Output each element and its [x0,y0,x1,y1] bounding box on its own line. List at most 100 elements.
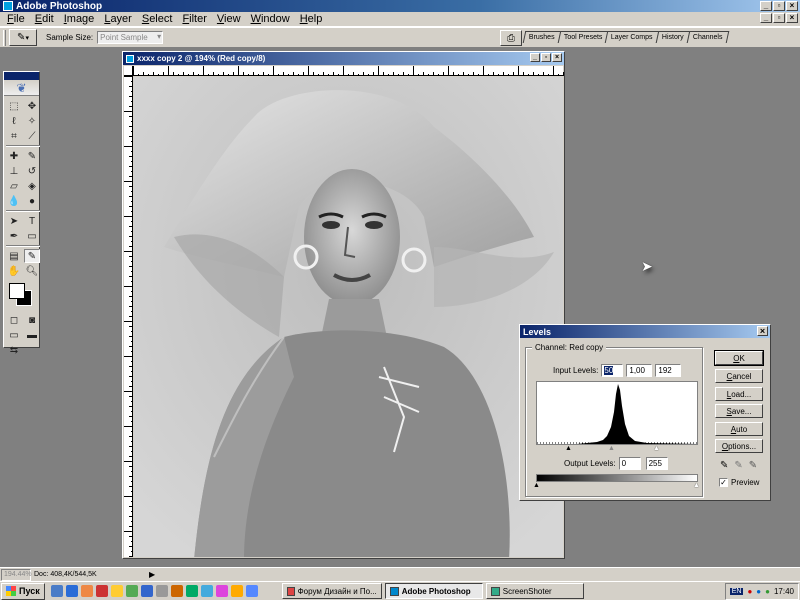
toolbox-title-bar[interactable] [4,72,39,80]
path-selection-tool-icon[interactable]: ➤ [6,214,22,228]
player-icon[interactable] [215,585,228,597]
doc-minimize-button[interactable]: _ [760,13,772,23]
sample-size-select[interactable]: Point Sample [97,31,164,44]
output-black-field[interactable]: 0 [618,457,641,470]
horizontal-ruler[interactable] [133,66,564,76]
image-canvas[interactable] [134,77,563,557]
play-arrow-icon[interactable]: ▶ [149,570,155,579]
menu-help[interactable]: Help [295,13,328,25]
task-photoshop[interactable]: Adobe Photoshop [384,583,483,599]
eraser-tool-icon[interactable]: ▱ [6,179,22,193]
notes-tool-icon[interactable]: ▤ [6,249,22,263]
white-input-slider-icon[interactable]: ▲ [653,445,660,452]
menu-filter[interactable]: Filter [177,13,211,25]
options-grip[interactable] [3,29,6,46]
input-gamma-field[interactable]: 1,00 [626,364,653,377]
pen-tool-icon[interactable]: ✒ [6,229,22,243]
task-screenshoter[interactable]: ScreenShoter [485,583,584,599]
paint-icon[interactable] [230,585,243,597]
options-button[interactable]: Options... [715,439,763,453]
load-button[interactable]: Load... [715,387,763,401]
menu-image[interactable]: Image [59,13,100,25]
output-white-field[interactable]: 255 [645,457,668,470]
foreground-color-swatch[interactable] [9,283,25,299]
tab-tool-presets[interactable]: Tool Presets [557,31,609,43]
crop-tool-icon[interactable]: ⌗ [6,129,22,143]
quick-mask-mode-icon[interactable]: ◙ [24,313,40,327]
hand-tool-icon[interactable]: ✋ [6,264,22,278]
type-tool-icon[interactable]: T [24,214,40,228]
menu-file[interactable]: File [2,13,30,25]
tray-icon-2[interactable]: ● [756,587,761,596]
eyedropper-tool-icon[interactable]: ✎ [24,249,40,263]
start-button[interactable]: Пуск [1,582,45,600]
tab-history[interactable]: History [655,31,690,43]
black-output-slider-icon[interactable]: ▲ [533,482,540,489]
menu-select[interactable]: Select [137,13,178,25]
jump-to-imageready-icon[interactable]: ⇆ [6,343,22,357]
menu-edit[interactable]: Edit [30,13,59,25]
document-title-bar[interactable]: xxxx copy 2 @ 194% (Red copy/8) _ ▫ × [123,52,564,65]
app-icon[interactable] [125,585,138,597]
folder-icon[interactable] [110,585,123,597]
lasso-tool-icon[interactable]: ℓ [6,114,22,128]
ok-button[interactable]: OK [714,350,764,366]
minimize-button[interactable]: _ [760,1,772,11]
tab-channels[interactable]: Channels [686,31,729,43]
brush-tool-icon[interactable]: ✎ [24,149,40,163]
task-forum[interactable]: Форум Дизайн и По... [281,583,382,599]
archive-icon[interactable] [170,585,183,597]
clone-stamp-tool-icon[interactable]: ⊥ [6,164,22,178]
close-button[interactable]: × [786,1,798,11]
tray-icon-1[interactable]: ● [747,587,752,596]
slice-tool-icon[interactable]: ⟋ [24,129,40,143]
tool-icon[interactable] [155,585,168,597]
marquee-tool-icon[interactable]: ⬚ [6,99,22,113]
language-indicator[interactable]: EN [729,588,744,595]
input-white-field[interactable]: 192 [655,364,682,377]
black-input-slider-icon[interactable]: ▲ [565,445,572,452]
adobe-online-icon[interactable]: ❦ [4,80,39,96]
media-icon[interactable] [80,585,93,597]
tool-preset-picker[interactable]: ✎ ▾ [9,29,37,46]
docwin-maximize-button[interactable]: ▫ [541,53,551,62]
save-button[interactable]: Save... [715,404,763,418]
doc-close-button[interactable]: × [786,13,798,23]
vertical-ruler[interactable] [124,76,133,557]
shortcut-icon[interactable] [245,585,258,597]
paint-bucket-tool-icon[interactable]: ◈ [24,179,40,193]
full-screen-mode-icon[interactable]: ▬ [24,328,40,342]
document-info[interactable]: Doc: 408,4K/544,5K [34,571,149,578]
dodge-tool-icon[interactable]: ● [24,194,40,208]
levels-close-button[interactable]: × [757,326,768,336]
preview-toggle[interactable]: ✓ Preview [719,478,759,487]
black-eyedropper-icon[interactable]: ✎ [720,460,728,471]
move-tool-icon[interactable]: ✥ [24,99,40,113]
docwin-close-button[interactable]: × [552,53,562,62]
tab-brushes[interactable]: Brushes [522,31,561,43]
doc-restore-button[interactable]: ▫ [773,13,785,23]
healing-brush-tool-icon[interactable]: ✚ [6,149,22,163]
tab-layer-comps[interactable]: Layer Comps [604,31,660,43]
desktop-icon[interactable] [50,585,63,597]
zoom-level-field[interactable]: 194.44% [1,568,32,581]
auto-button[interactable]: Auto [715,422,763,436]
menu-window[interactable]: Window [246,13,295,25]
tray-icon-3[interactable]: ● [765,587,770,596]
zoom-tool-icon[interactable]: 🔍︎ [24,264,40,278]
utility-icon[interactable] [185,585,198,597]
cancel-button[interactable]: Cancel [715,369,763,383]
blur-tool-icon[interactable]: 💧 [6,194,22,208]
white-output-slider-icon[interactable]: ▲ [693,482,700,489]
ruler-origin[interactable] [124,66,133,76]
gray-eyedropper-icon[interactable]: ✎ [734,460,742,471]
menu-view[interactable]: View [212,13,246,25]
channel-value[interactable]: Red copy [569,343,603,352]
messenger-icon[interactable] [140,585,153,597]
network-icon[interactable] [200,585,213,597]
palette-well-icon[interactable]: ⎙ [500,30,522,46]
shape-tool-icon[interactable]: ▭ [24,229,40,243]
internet-explorer-icon[interactable] [65,585,78,597]
docwin-minimize-button[interactable]: _ [530,53,540,62]
history-brush-tool-icon[interactable]: ↺ [24,164,40,178]
